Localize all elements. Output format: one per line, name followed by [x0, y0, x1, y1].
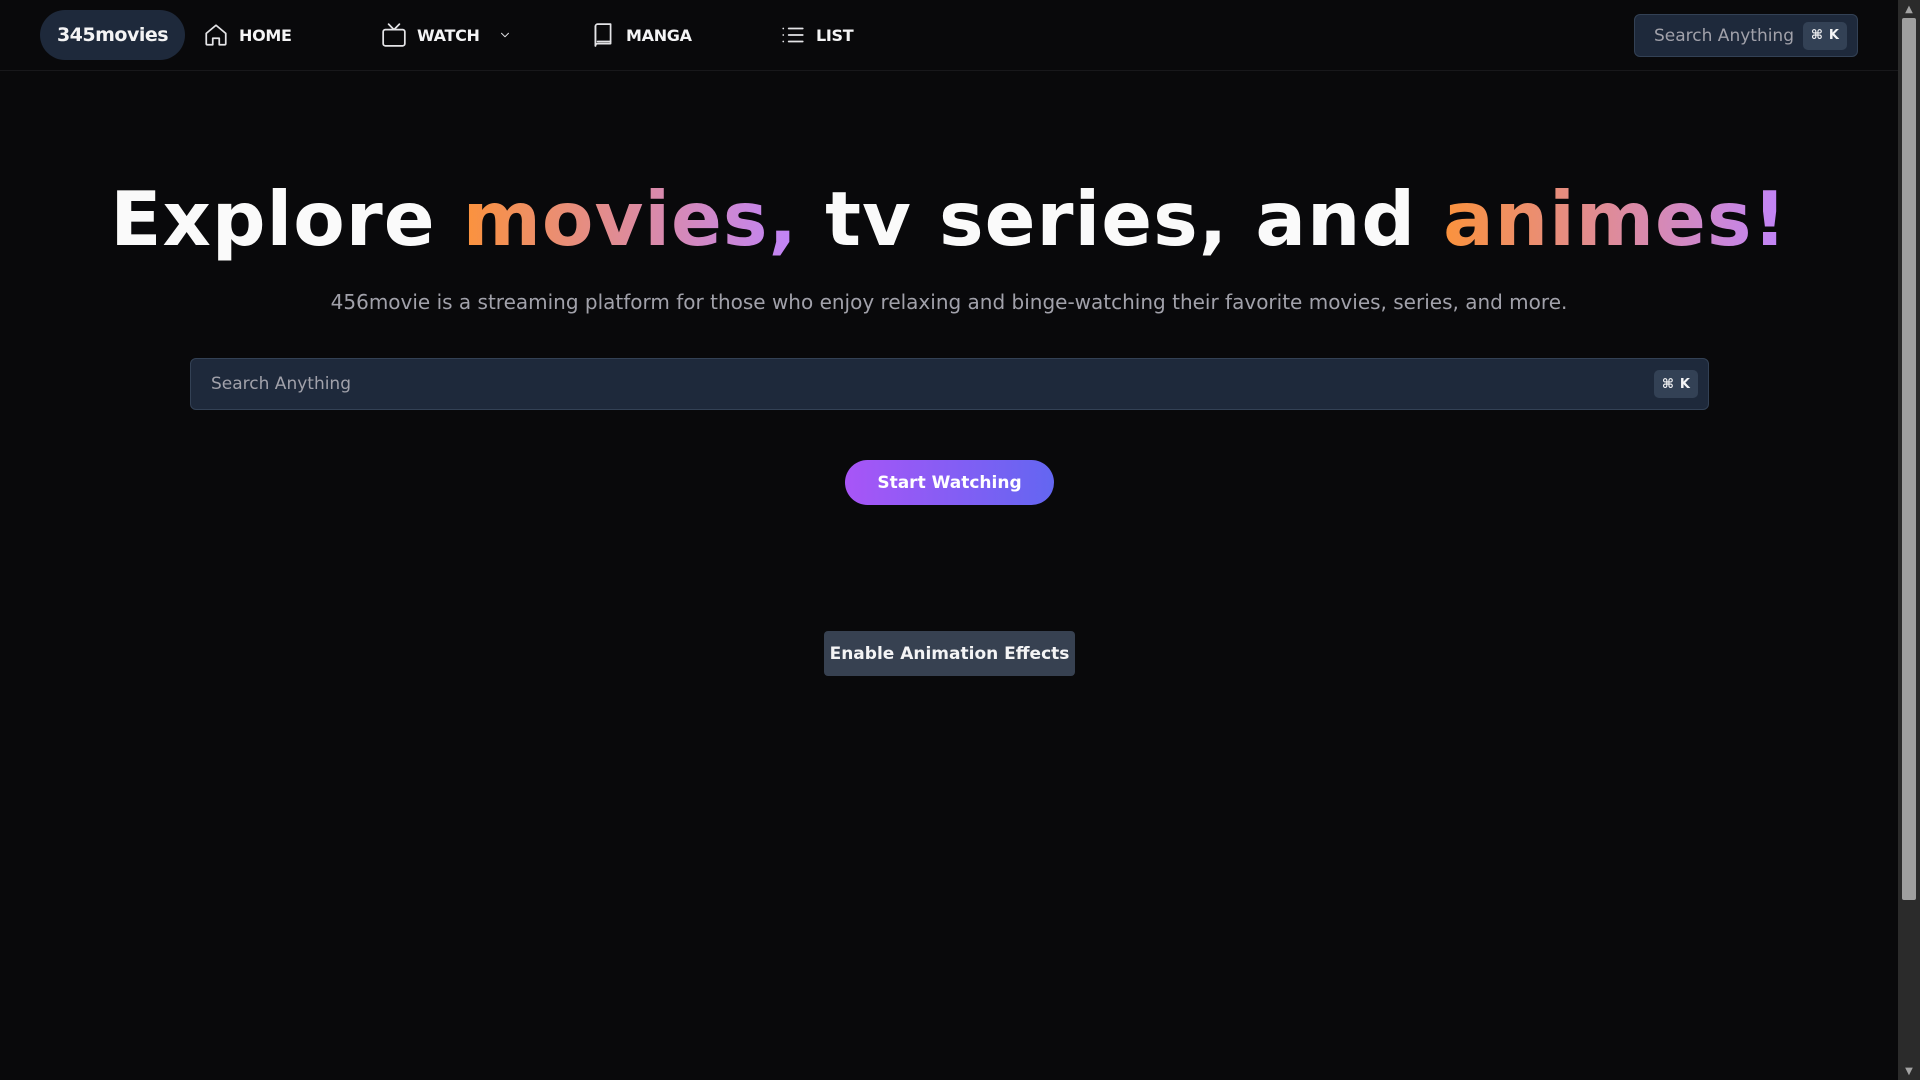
- top-navbar: 345movies HOME WATCH MANGA LIST Search A…: [0, 0, 1898, 71]
- command-icon: ⌘: [1810, 28, 1823, 43]
- hero-title-part-1: Explore: [110, 175, 436, 263]
- nav-watch-label: WATCH: [417, 25, 480, 45]
- chevron-down-icon: [500, 32, 509, 38]
- scroll-down-arrow-icon[interactable]: ▼: [1898, 1062, 1920, 1080]
- nav-watch-dropdown[interactable]: WATCH: [381, 18, 512, 52]
- scrollbar-thumb[interactable]: [1902, 18, 1916, 900]
- nav-home-link[interactable]: HOME: [203, 18, 292, 52]
- nav-list-link[interactable]: LIST: [780, 18, 854, 52]
- hero-title-highlight-animes: animes!: [1443, 175, 1788, 263]
- book-icon: [594, 23, 612, 47]
- list-icon: [782, 27, 804, 43]
- nav-list-label: LIST: [816, 25, 854, 45]
- hero-search-input[interactable]: Search Anything ⌘ K: [190, 358, 1709, 410]
- site-logo[interactable]: 345movies: [40, 10, 185, 60]
- hero-title: Explore movies, tv series, and animes!: [0, 175, 1898, 263]
- scroll-up-arrow-icon[interactable]: ▲: [1898, 0, 1920, 18]
- keyboard-shortcut-badge: ⌘ K: [1802, 21, 1847, 50]
- nav-home-label: HOME: [239, 25, 292, 45]
- hero-search-placeholder: Search Anything: [211, 374, 352, 394]
- vertical-scrollbar[interactable]: ▲ ▼: [1898, 0, 1920, 1080]
- nav-manga-label: MANGA: [626, 25, 692, 45]
- hero-title-part-3: tv series, and: [825, 175, 1417, 263]
- keyboard-shortcut-badge: ⌘ K: [1653, 370, 1698, 398]
- nav-search-button[interactable]: Search Anything ⌘ K: [1634, 14, 1858, 57]
- command-icon: ⌘: [1661, 376, 1674, 392]
- start-watching-button[interactable]: Start Watching: [845, 460, 1054, 505]
- page: 345movies HOME WATCH MANGA LIST Search A…: [0, 0, 1920, 1080]
- shortcut-key: K: [1828, 28, 1839, 43]
- nav-manga-link[interactable]: MANGA: [590, 18, 692, 52]
- hero-subtitle: 456movie is a streaming platform for tho…: [330, 290, 1568, 314]
- home-icon: [205, 24, 227, 46]
- shortcut-key: K: [1679, 376, 1690, 392]
- tv-icon: [382, 23, 406, 47]
- hero-title-highlight-movies: movies,: [462, 175, 799, 263]
- enable-animation-effects-button[interactable]: Enable Animation Effects: [824, 631, 1075, 676]
- nav-search-placeholder: Search Anything: [1654, 25, 1795, 46]
